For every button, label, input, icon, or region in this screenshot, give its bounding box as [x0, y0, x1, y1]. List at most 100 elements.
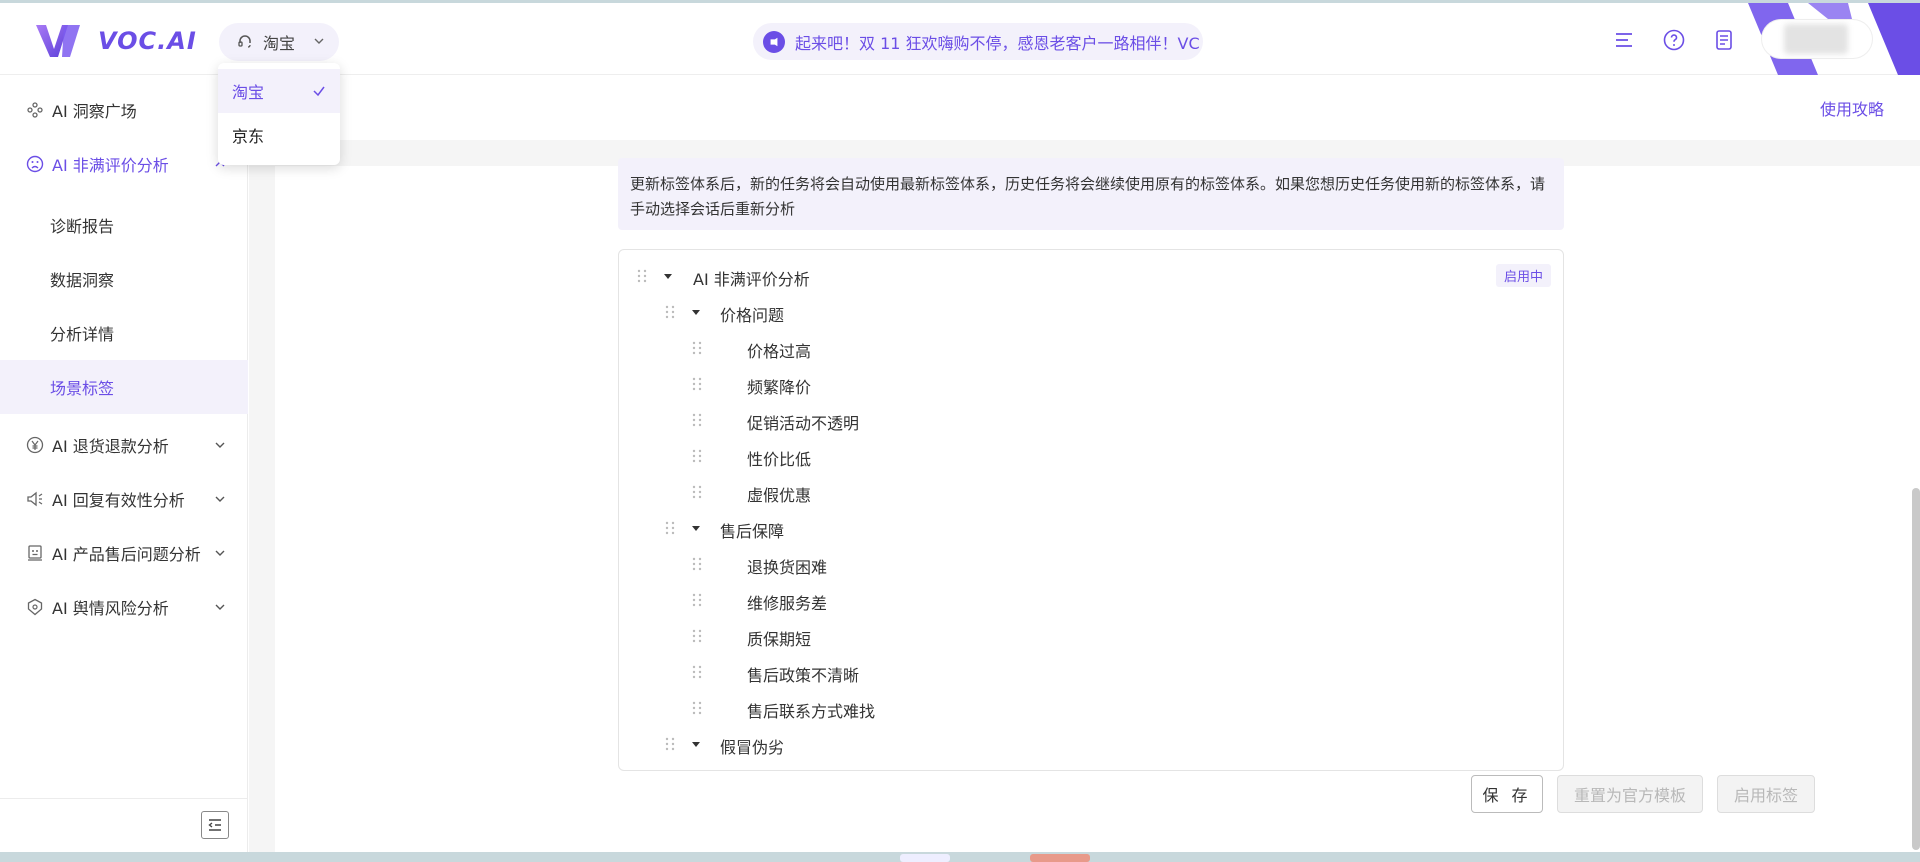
sidebar-subitem-data-insight[interactable]: 数据洞察 [0, 252, 248, 306]
sidebar-item-label: AI 产品售后问题分析 [52, 545, 201, 564]
sidebar: AI 洞察广场 AI 非满评价分析 诊断报告 数据洞察 分析详情 场景标签 AI… [0, 76, 248, 852]
sidebar-item-label: AI 洞察广场 [52, 102, 137, 121]
usage-guide-link[interactable]: 使用攻略 [1820, 96, 1884, 120]
vertical-scrollbar[interactable] [1912, 488, 1920, 850]
tree-group-label: 假冒伪劣 [720, 738, 785, 757]
platform-option-label: 京东 [232, 127, 265, 146]
save-button[interactable]: 保 存 [1471, 775, 1543, 813]
enable-tags-button[interactable]: 启用标签 [1717, 775, 1815, 813]
tree-leaf-row[interactable]: 价格过高 [619, 330, 1563, 366]
drag-handle-icon[interactable] [665, 305, 675, 319]
tree-leaf-row[interactable]: 维修服务差 [619, 582, 1563, 618]
announcement-icon [763, 30, 785, 53]
taskbar-item [1030, 854, 1090, 862]
tree-group-label: 售后保障 [720, 522, 785, 541]
tree-group-row[interactable]: 价格问题 [619, 294, 1563, 330]
sidebar-item-sentiment-risk[interactable]: AI 舆情风险分析 [0, 580, 248, 634]
tree-group-row[interactable]: 售后保障 [619, 510, 1563, 546]
chevron-down-icon [215, 496, 225, 502]
tree-leaf-label: 促销活动不透明 [747, 414, 860, 433]
tag-system-notice: 更新标签体系后，新的任务将会自动使用最新标签体系，历史任务将会继续使用原有的标签… [618, 158, 1564, 230]
collapse-sidebar-button[interactable] [201, 811, 229, 839]
platform-option-label: 淘宝 [232, 83, 265, 102]
platform-option-jd[interactable]: 京东 [218, 113, 340, 157]
drag-handle-icon[interactable] [692, 629, 702, 643]
status-badge: 启用中 [1495, 264, 1551, 287]
collapse-icon [208, 819, 221, 831]
tree-root-label: AI 非满评价分析 [693, 270, 810, 289]
tree-leaf-label: 维修服务差 [747, 594, 828, 613]
insight-icon [27, 102, 43, 118]
drag-handle-icon[interactable] [665, 737, 675, 751]
sad-face-icon [26, 155, 44, 173]
document-icon[interactable] [1712, 28, 1736, 52]
tree-leaf-row[interactable]: 虚假优惠 [619, 474, 1563, 510]
sidebar-item-label: AI 非满评价分析 [52, 156, 169, 175]
sidebar-item-after-sales[interactable]: AI 产品售后问题分析 [0, 526, 248, 580]
sidebar-item-negative-review[interactable]: AI 非满评价分析 [0, 137, 248, 191]
tree-leaf-row[interactable]: 性价比低 [619, 438, 1563, 474]
chevron-down-icon [215, 442, 225, 448]
drag-handle-icon[interactable] [692, 557, 702, 571]
drag-handle-icon[interactable] [692, 413, 702, 427]
tree-leaf-label: 售后政策不清晰 [747, 666, 860, 685]
tree-leaf-row[interactable]: 促销活动不透明 [619, 402, 1563, 438]
platform-select-value: 淘宝 [263, 34, 296, 53]
check-icon [313, 86, 325, 97]
main-area: 使用攻略 更新标签体系后，新的任务将会自动使用最新标签体系，历史任务将会继续使用… [249, 76, 1920, 852]
tree-leaf-label: 频繁降价 [747, 378, 812, 397]
sidebar-item-label: AI 退货退款分析 [52, 437, 169, 456]
content-panel: 更新标签体系后，新的任务将会自动使用最新标签体系，历史任务将会继续使用原有的标签… [275, 158, 1920, 852]
platform-select[interactable]: 淘宝 [219, 23, 339, 61]
tree-group-label: 价格问题 [720, 306, 785, 325]
platform-option-taobao[interactable]: 淘宝 [218, 69, 340, 113]
sidebar-subitem-label: 场景标签 [50, 379, 115, 398]
help-icon[interactable] [1662, 28, 1686, 52]
sidebar-footer [0, 798, 248, 852]
tree-group-row[interactable]: 假冒伪劣 [619, 726, 1563, 762]
voc-logo-icon [36, 25, 80, 57]
sidebar-subitem-scene-tags[interactable]: 场景标签 [0, 360, 248, 414]
drag-handle-icon[interactable] [692, 485, 702, 499]
tree-leaf-label: 性价比低 [747, 450, 812, 469]
sidebar-item-reply-effectiveness[interactable]: AI 回复有效性分析 [0, 472, 248, 526]
announcement-banner[interactable]: 起来吧！双 11 狂欢嗨购不停，感恩老客户一路相伴！VC [753, 23, 1203, 60]
drag-handle-icon[interactable] [692, 449, 702, 463]
yen-icon [26, 436, 44, 454]
logo[interactable]: VOC.AI [34, 23, 197, 59]
user-avatar[interactable] [1762, 20, 1872, 58]
tree-leaf-row[interactable]: 售后政策不清晰 [619, 654, 1563, 690]
tree-root-row[interactable]: AI 非满评价分析 启用中 [619, 258, 1563, 294]
tag-tree: AI 非满评价分析 启用中 价格问题 价格过高 频繁降价 促销活动不透明 性价比… [618, 249, 1564, 771]
sidebar-subitem-analysis-detail[interactable]: 分析详情 [0, 306, 248, 360]
chevron-down-icon [215, 604, 225, 610]
sidebar-item-insight-square[interactable]: AI 洞察广场 [0, 83, 248, 137]
sidebar-item-return-refund[interactable]: AI 退货退款分析 [0, 418, 248, 472]
headset-icon [238, 35, 251, 48]
drag-handle-icon[interactable] [692, 665, 702, 679]
drag-handle-icon[interactable] [692, 701, 702, 715]
caret-down-icon[interactable] [691, 307, 701, 317]
announcement-text: 起来吧！双 11 狂欢嗨购不停，感恩老客户一路相伴！VC [795, 33, 1200, 53]
menu-icon[interactable] [1612, 28, 1636, 52]
tree-leaf-label: 质保期短 [747, 630, 812, 649]
tree-leaf-label: 售后联系方式难找 [747, 702, 876, 721]
caret-down-icon[interactable] [691, 739, 701, 749]
tree-leaf-row[interactable]: 质保期短 [619, 618, 1563, 654]
caret-down-icon[interactable] [663, 271, 673, 281]
tree-leaf-row[interactable]: 售后联系方式难找 [619, 690, 1563, 726]
drag-handle-icon[interactable] [692, 593, 702, 607]
tree-leaf-label: 退换货困难 [747, 558, 828, 577]
reset-template-button[interactable]: 重置为官方模板 [1557, 775, 1703, 813]
sidebar-item-label: AI 舆情风险分析 [52, 599, 169, 618]
tree-leaf-row[interactable]: 退换货困难 [619, 546, 1563, 582]
shield-icon [27, 598, 43, 616]
drag-handle-icon[interactable] [665, 521, 675, 535]
drag-handle-icon[interactable] [692, 341, 702, 355]
tree-leaf-row[interactable]: 频繁降价 [619, 366, 1563, 402]
drag-handle-icon[interactable] [692, 377, 702, 391]
sidebar-subitem-diagnosis-report[interactable]: 诊断报告 [0, 198, 248, 252]
drag-handle-icon[interactable] [637, 269, 647, 283]
speaker-icon [27, 491, 43, 507]
caret-down-icon[interactable] [691, 523, 701, 533]
